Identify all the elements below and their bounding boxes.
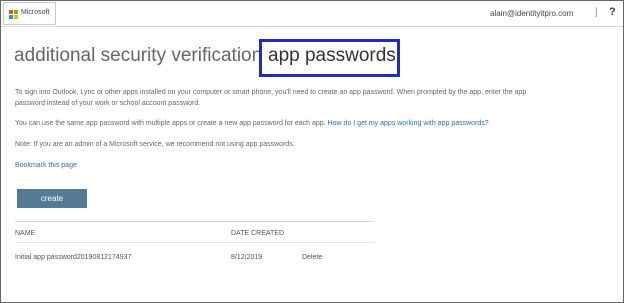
intro-text-line2: password instead of your work or school … (15, 100, 201, 107)
top-bar: Microsoft alain@identityitpro.com | ? (1, 1, 623, 27)
intro-text-line1: To sign into Outlook, Lync or other apps… (15, 89, 527, 96)
tab-additional-security-verification[interactable]: additional security verification (14, 45, 262, 67)
app-password-name: Initial app password20190812174937 (15, 254, 132, 261)
tab-app-passwords[interactable]: app passwords (268, 45, 396, 67)
help-button[interactable]: ? (609, 6, 616, 18)
header-separator: | (595, 7, 598, 18)
bookmark-link[interactable]: Bookmark this page (15, 160, 77, 171)
table-header-divider (15, 242, 374, 243)
delete-link[interactable]: Delete (302, 254, 322, 261)
user-email[interactable]: alain@identityitpro.com (490, 9, 573, 18)
microsoft-logo-tab[interactable]: Microsoft (3, 2, 56, 25)
admin-note: Note: If you are an admin of a Microsoft… (15, 141, 295, 148)
app-password-date: 8/12/2019 (231, 254, 263, 261)
help-apps-link[interactable]: How do I get my apps working with app pa… (328, 120, 489, 127)
brand-name: Microsoft (21, 9, 50, 16)
column-header-name: NAME (15, 230, 36, 237)
multi-app-text: You can use the same app password with m… (15, 120, 326, 127)
microsoft-logo-icon (9, 10, 18, 19)
browser-frame: Microsoft alain@identityitpro.com | ? ad… (0, 0, 624, 303)
create-button[interactable]: create (17, 189, 87, 208)
table-top-divider (15, 221, 374, 222)
multi-app-paragraph: You can use the same app password with m… (15, 118, 489, 129)
column-header-date: DATE CREATED (231, 230, 285, 237)
